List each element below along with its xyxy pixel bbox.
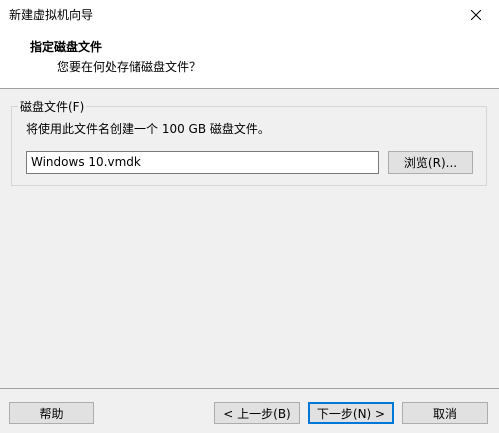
disk-file-group: 磁盘文件(F) — [11, 98, 487, 186]
help-button[interactable]: 帮助 — [9, 402, 94, 424]
disk-file-description: 将使用此文件名创建一个 100 GB 磁盘文件。 — [26, 122, 270, 136]
page-title: 指定磁盘文件 — [30, 40, 103, 54]
disk-file-group-label: 磁盘文件(F) — [18, 98, 87, 115]
wizard-header: 指定磁盘文件 您要在何处存储磁盘文件？ — [0, 30, 499, 89]
close-icon — [471, 10, 481, 20]
close-button[interactable] — [453, 0, 499, 30]
page-subtitle: 您要在何处存储磁盘文件？ — [57, 60, 202, 74]
title-bar: 新建虚拟机向导 — [0, 0, 499, 30]
footer-divider — [0, 388, 499, 389]
window-title: 新建虚拟机向导 — [9, 8, 94, 22]
cancel-button[interactable]: 取消 — [402, 402, 488, 424]
back-button[interactable]: < 上一步(B) — [214, 402, 300, 424]
next-button[interactable]: 下一步(N) > — [308, 402, 394, 424]
browse-button[interactable]: 浏览(R)... — [388, 151, 473, 174]
disk-filename-input[interactable]: Windows 10.vmdk — [26, 151, 379, 174]
